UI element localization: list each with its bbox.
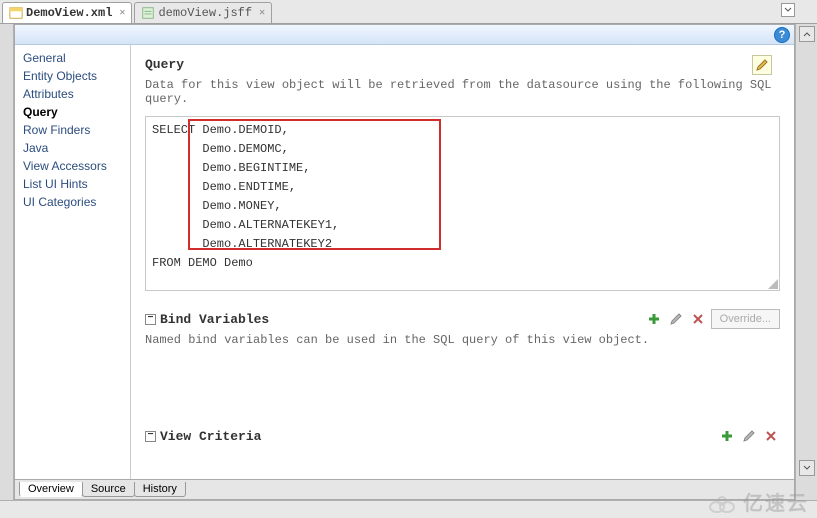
sidebar-item-ui-categories[interactable]: UI Categories [15, 193, 130, 211]
chevron-down-icon [803, 464, 811, 472]
sql-text: SELECT Demo.DEMOID, Demo.DEMOMC, Demo.BE… [152, 123, 339, 270]
sidebar-item-entity-objects[interactable]: Entity Objects [15, 67, 130, 85]
add-view-criteria-button[interactable] [718, 427, 736, 445]
section-label: Bind Variables [160, 312, 269, 327]
bottom-tab-history[interactable]: History [134, 482, 186, 497]
bottom-tab-source[interactable]: Source [82, 482, 135, 497]
close-icon[interactable]: ✕ [119, 7, 125, 19]
close-icon[interactable]: ✕ [259, 7, 265, 19]
edit-query-button[interactable] [752, 55, 772, 75]
delete-x-icon [765, 430, 777, 442]
category-sidebar: General Entity Objects Attributes Query … [15, 45, 131, 479]
query-panel: Query Data for this view object will be … [131, 45, 794, 479]
add-bind-var-button[interactable] [645, 310, 663, 328]
bind-variables-description: Named bind variables can be used in the … [145, 333, 780, 347]
view-criteria-title: − View Criteria [145, 429, 261, 444]
section-label: View Criteria [160, 429, 261, 444]
sql-query-textarea[interactable]: SELECT Demo.DEMOID, Demo.DEMOMC, Demo.BE… [145, 116, 780, 291]
left-gutter [0, 24, 14, 500]
right-scroll-gutter [795, 24, 817, 500]
sidebar-item-row-finders[interactable]: Row Finders [15, 121, 130, 139]
bottom-tab-overview[interactable]: Overview [19, 482, 83, 497]
tab-label: demoView.jsff [158, 6, 252, 20]
panel-header-bar: ? [15, 25, 794, 45]
tab-list-dropdown[interactable] [781, 3, 795, 17]
bind-variables-title: − Bind Variables [145, 312, 269, 327]
sidebar-item-list-ui-hints[interactable]: List UI Hints [15, 175, 130, 193]
query-section-description: Data for this view object will be retrie… [145, 78, 780, 106]
collapse-toggle[interactable]: − [145, 431, 156, 442]
delete-bind-var-button[interactable] [689, 310, 707, 328]
jsff-file-icon [141, 6, 155, 20]
pencil-icon [742, 429, 756, 443]
edit-view-criteria-button[interactable] [740, 427, 758, 445]
query-section-title: Query [145, 57, 780, 72]
scroll-up-button[interactable] [799, 26, 815, 42]
pencil-icon [755, 58, 769, 72]
file-tab-demoview-xml[interactable]: DemoView.xml ✕ [2, 2, 132, 23]
sidebar-item-attributes[interactable]: Attributes [15, 85, 130, 103]
sidebar-item-query[interactable]: Query [15, 103, 130, 121]
tab-label: DemoView.xml [26, 6, 112, 20]
editor-bottom-tabs: Overview Source History [15, 479, 794, 499]
sidebar-item-view-accessors[interactable]: View Accessors [15, 157, 130, 175]
override-button[interactable]: Override... [711, 309, 780, 329]
edit-bind-var-button[interactable] [667, 310, 685, 328]
chevron-up-icon [803, 30, 811, 38]
scroll-down-button[interactable] [799, 460, 815, 476]
delete-x-icon [692, 313, 704, 325]
plus-icon [720, 429, 734, 443]
editor-tab-strip: DemoView.xml ✕ demoView.jsff ✕ [0, 0, 817, 24]
sidebar-item-java[interactable]: Java [15, 139, 130, 157]
pencil-icon [669, 312, 683, 326]
sidebar-item-general[interactable]: General [15, 49, 130, 67]
delete-view-criteria-button[interactable] [762, 427, 780, 445]
chevron-down-icon [784, 6, 792, 14]
resize-handle[interactable] [768, 279, 778, 289]
help-icon[interactable]: ? [774, 27, 790, 43]
collapse-toggle[interactable]: − [145, 314, 156, 325]
plus-icon [647, 312, 661, 326]
status-bar [0, 500, 817, 518]
xml-file-icon [9, 6, 23, 20]
file-tab-demoview-jsff[interactable]: demoView.jsff ✕ [134, 2, 272, 23]
